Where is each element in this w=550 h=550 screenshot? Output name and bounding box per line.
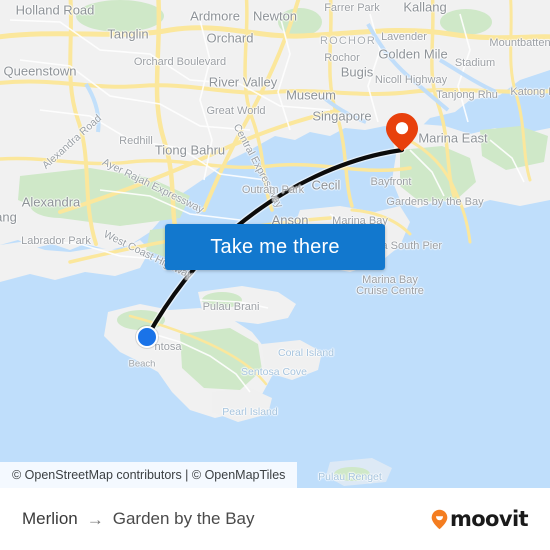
route-summary: Merlion → Garden by the Bay	[22, 509, 255, 529]
moovit-pin-icon	[431, 509, 448, 530]
route-origin-label: Merlion	[22, 509, 78, 528]
map-canvas[interactable]: Holland Road Ardmore Newton Farrer Park Kall…	[0, 0, 550, 488]
moovit-logo[interactable]: moovit	[431, 507, 529, 531]
arrow-right-icon: →	[86, 509, 104, 529]
footer-bar: Merlion → Garden by the Bay moovit	[0, 488, 550, 550]
transit-route-card: Holland Road Ardmore Newton Farrer Park Kall…	[0, 0, 550, 550]
destination-pin-garden-by-the-bay[interactable]	[385, 112, 419, 152]
map-attribution[interactable]: © OpenStreetMap contributors | © OpenMap…	[0, 462, 298, 488]
origin-marker-merlion[interactable]	[136, 326, 158, 348]
route-destination-label: Garden by the Bay	[112, 509, 255, 528]
moovit-wordmark: moovit	[449, 507, 529, 531]
take-me-there-button[interactable]: Take me there	[165, 224, 385, 270]
